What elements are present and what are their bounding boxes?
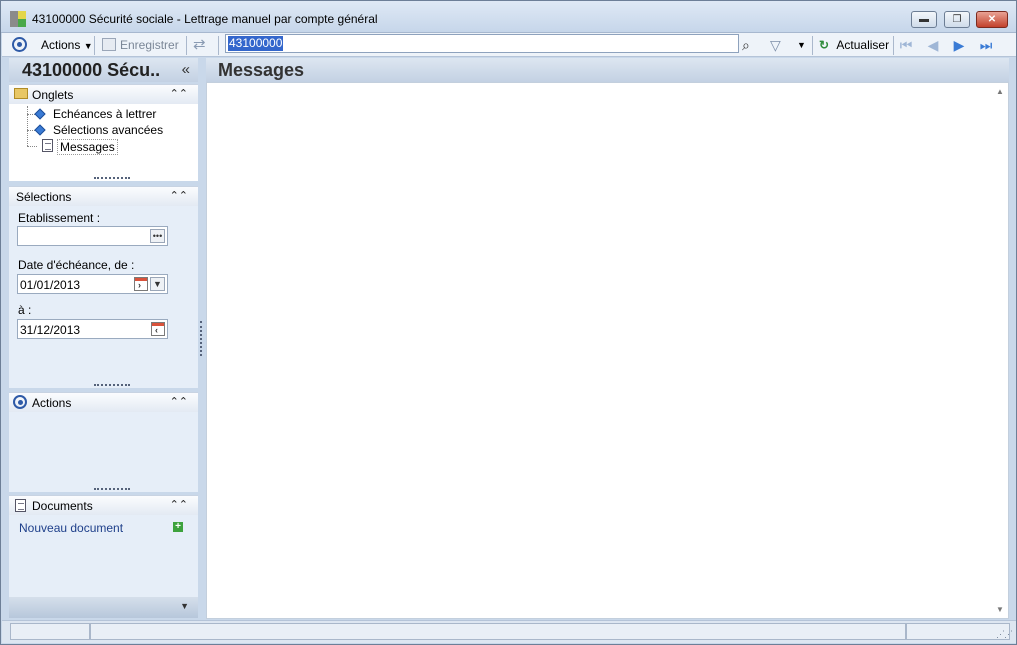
- save-icon: [102, 38, 116, 51]
- last-record-icon[interactable]: ⏭: [977, 36, 995, 54]
- actions-section-header[interactable]: Actions ⌃⌃: [9, 392, 198, 412]
- collapse-section-icon[interactable]: ⌃⌃: [170, 87, 188, 100]
- onglets-section-body: Echéances à lettrer Sélections avancées …: [9, 104, 198, 181]
- actions-menu-button[interactable]: Actions ▼: [41, 36, 93, 54]
- onglets-title: Onglets: [32, 88, 74, 102]
- status-cell: [90, 623, 906, 640]
- tree-connector: [27, 106, 28, 146]
- refresh-button[interactable]: ↻ Actualiser: [819, 36, 889, 54]
- selections-section-body: Etablissement : ••• Date d'échéance, de …: [9, 206, 198, 388]
- toolbar-divider: [186, 36, 187, 55]
- search-field[interactable]: 43100000: [225, 34, 739, 53]
- collapse-section-icon[interactable]: ⌃⌃: [170, 189, 188, 202]
- actions-title: Actions: [32, 396, 72, 410]
- restore-button[interactable]: ❐: [944, 11, 970, 28]
- left-panel-footer: ▼: [9, 597, 198, 618]
- tab-echeances[interactable]: Echéances à lettrer: [53, 107, 156, 121]
- date-from-label: Date d'échéance, de :: [18, 258, 135, 272]
- status-bar: ⋰⋰: [2, 620, 1016, 643]
- record-title: 43100000 Sécu..: [22, 60, 161, 80]
- documents-section-header[interactable]: Documents ⌃⌃: [9, 495, 198, 515]
- app-icon: [10, 11, 26, 27]
- toolbar-divider: [94, 36, 95, 55]
- toolbar-divider: [812, 36, 813, 55]
- search-icon[interactable]: ⌕: [742, 36, 750, 54]
- search-input[interactable]: [226, 35, 738, 52]
- add-document-icon[interactable]: +: [173, 522, 183, 532]
- collapse-panel-icon[interactable]: «: [182, 61, 190, 78]
- application-window: 43100000 Sécurité sociale - Lettrage man…: [0, 0, 1017, 645]
- main-header: Messages: [206, 58, 1009, 82]
- document-icon: [42, 139, 53, 152]
- first-record-icon[interactable]: ⏮: [897, 36, 915, 54]
- onglets-section-header[interactable]: Onglets ⌃⌃: [9, 84, 198, 104]
- section-resize-grip[interactable]: [94, 177, 130, 180]
- toolbar-divider: [218, 36, 219, 55]
- status-cell: [10, 623, 90, 640]
- toolbar: Actions ▼ Enregistrer ⇄ 43100000 ⌕ ▽ ▼ ↻…: [2, 33, 1016, 57]
- actions-section-body: [9, 412, 198, 492]
- tab-selections-avancees[interactable]: Sélections avancées: [53, 123, 163, 137]
- selections-section-header[interactable]: Sélections ⌃⌃: [9, 186, 198, 206]
- left-panel-header: 43100000 Sécu.. «: [9, 58, 198, 82]
- diamond-icon: [34, 108, 46, 120]
- date-to-field[interactable]: 31/12/2013 ‹: [17, 319, 168, 339]
- page-title: Messages: [218, 60, 305, 80]
- refresh-label: Actualiser: [836, 38, 890, 52]
- chevron-down-icon: ▼: [83, 41, 93, 51]
- date-from-field[interactable]: 01/01/2013 › ▼: [17, 274, 168, 294]
- toolbar-divider: [893, 36, 894, 55]
- filter-icon[interactable]: ▽: [770, 36, 781, 54]
- title-bar: 43100000 Sécurité sociale - Lettrage man…: [1, 1, 1016, 33]
- sync-icon[interactable]: ⇄: [193, 36, 206, 54]
- tree-connector: [27, 146, 37, 147]
- etablissement-label: Etablissement :: [18, 211, 101, 225]
- previous-record-icon[interactable]: ◀: [924, 36, 942, 54]
- next-record-icon[interactable]: ▶: [950, 36, 968, 54]
- document-icon: [15, 499, 26, 512]
- date-to-label: à :: [18, 303, 32, 317]
- date-to-value: 31/12/2013: [20, 323, 81, 337]
- refresh-icon: ↻: [819, 38, 830, 52]
- etablissement-field[interactable]: •••: [17, 226, 168, 246]
- messages-content-area: ▲ ▼: [206, 82, 1009, 619]
- documents-title: Documents: [32, 499, 93, 513]
- vertical-scrollbar[interactable]: ▲ ▼: [992, 83, 1008, 618]
- collapse-section-icon[interactable]: ⌃⌃: [170, 498, 188, 511]
- browse-button[interactable]: •••: [150, 229, 165, 243]
- collapse-section-icon[interactable]: ⌃⌃: [170, 395, 188, 408]
- section-resize-grip[interactable]: [94, 384, 130, 387]
- date-dropdown-button[interactable]: ▼: [150, 277, 165, 291]
- expand-down-icon[interactable]: ▼: [180, 601, 189, 611]
- resize-grip-icon[interactable]: ⋰⋰: [996, 629, 1013, 640]
- status-cell: [906, 623, 1010, 640]
- diamond-icon: [34, 124, 46, 136]
- actions-circle-icon: [13, 395, 27, 409]
- calendar-icon[interactable]: ‹: [151, 322, 165, 336]
- folder-icon: [14, 88, 28, 99]
- filter-dropdown-icon[interactable]: ▼: [797, 36, 806, 54]
- scroll-down-icon[interactable]: ▼: [996, 605, 1004, 614]
- save-button[interactable]: Enregistrer: [102, 36, 179, 54]
- minimize-button[interactable]: ▬: [911, 11, 937, 28]
- selections-title: Sélections: [16, 190, 72, 204]
- window-title: 43100000 Sécurité sociale - Lettrage man…: [32, 12, 378, 26]
- section-resize-grip[interactable]: [94, 488, 130, 491]
- date-from-value: 01/01/2013: [20, 278, 81, 292]
- panel-splitter[interactable]: [200, 321, 202, 356]
- actions-circle-icon[interactable]: [12, 37, 27, 52]
- close-button[interactable]: ✕: [976, 11, 1008, 28]
- save-label: Enregistrer: [120, 38, 179, 52]
- new-document-link[interactable]: Nouveau document: [19, 521, 123, 535]
- scroll-up-icon[interactable]: ▲: [996, 87, 1004, 96]
- actions-menu-label: Actions: [41, 38, 81, 52]
- calendar-icon[interactable]: ›: [134, 277, 148, 291]
- tab-messages[interactable]: Messages: [57, 139, 118, 155]
